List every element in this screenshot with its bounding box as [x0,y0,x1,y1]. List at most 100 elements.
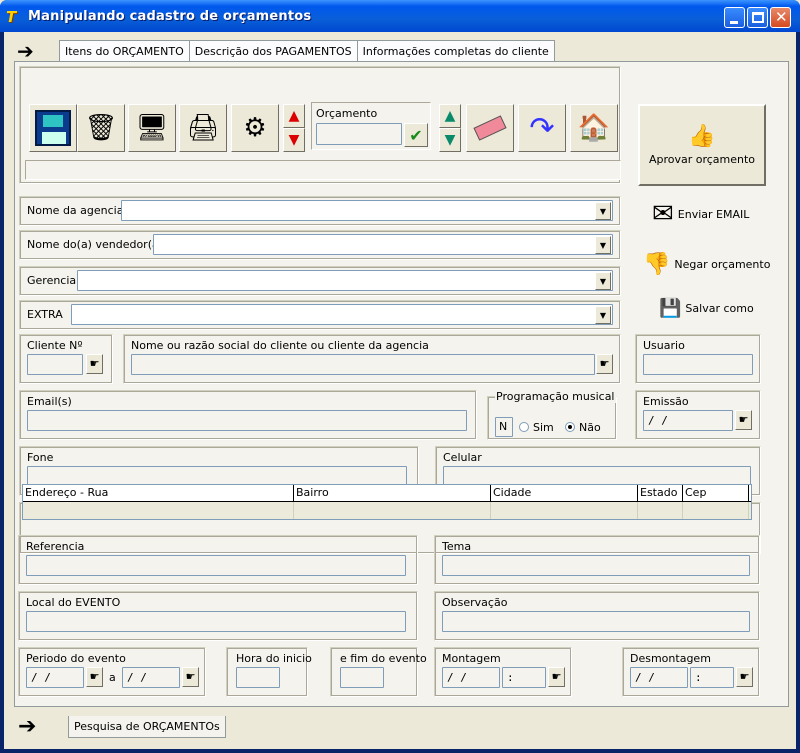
cliente-nome-lookup-button[interactable]: ☛ [596,354,613,374]
desmontagem-time-input[interactable]: : [690,667,734,688]
orcamento-box: Orçamento ✔ [311,102,431,150]
print-settings-button[interactable]: ⚙ [231,104,279,152]
pointing-hand-icon: ☛ [89,670,100,683]
cliente-no-input[interactable] [27,354,83,375]
save-button[interactable] [29,104,77,152]
pointing-hand-icon: ☛ [89,357,100,370]
thumbs-down-icon: 👎 [643,252,671,277]
delete-button[interactable]: 🗑 [77,104,125,152]
extra-combo[interactable]: ▼ [71,304,613,325]
referencia-input[interactable] [26,555,406,576]
nav-down-green-button[interactable]: ▼ [439,128,461,152]
window-client: ➔ Itens do ORÇAMENTO Descrição dos PAGAM… [4,32,796,749]
desmontagem-lookup-button[interactable]: ☛ [736,667,753,687]
gerencia-combo[interactable]: ▼ [77,270,613,291]
trash-icon: 🗑 [84,113,118,143]
nav-up-red-button[interactable]: ▲ [283,104,305,128]
usuario-input[interactable] [643,354,753,375]
column-header[interactable]: Bairro [294,485,491,501]
column-header[interactable]: Endereço - Rua [23,485,294,501]
send-email-button[interactable]: ✉ Enviar EMAIL [652,199,749,229]
usuario-label: Usuario [643,339,685,352]
desmontagem-date-input[interactable]: / / [630,667,688,688]
gerencia-label: Gerencia [27,274,77,287]
column-header[interactable]: Cidade [491,485,638,501]
column-header[interactable]: Estado [638,485,683,501]
tab-itens[interactable]: Itens do ORÇAMENTO [59,40,190,62]
periodo-inicio-input[interactable]: / / [26,667,84,688]
periodo-fim-input[interactable]: / / [122,667,180,688]
emissao-input[interactable]: / / [643,410,733,431]
clear-button[interactable] [466,104,514,152]
fim-evento-label: e fim do evento [340,652,427,665]
tab-pesquisa[interactable]: Pesquisa de ORÇAMENTOs [68,716,226,738]
deny-button[interactable]: 👎 Negar orçamento [643,252,770,277]
arrow-icon: ➔ [18,714,37,739]
referencia-label: Referencia [26,540,85,553]
nav-up-green-button[interactable]: ▲ [439,104,461,128]
radio-sim[interactable]: Sim [519,421,554,434]
envelope-icon: ✉ [652,199,674,229]
confirm-button[interactable]: ✔ [404,123,428,147]
thumbs-up-icon: 👍 [688,124,716,149]
pointing-hand-icon: ☛ [551,670,562,683]
periodo-fim-lookup-button[interactable]: ☛ [182,667,199,687]
save-as-button[interactable]: 💾 Salvar como [659,298,754,319]
minimize-button[interactable] [724,7,745,28]
orcamento-input[interactable] [316,123,402,145]
agencia-combo[interactable]: ▼ [121,200,613,221]
title-bar[interactable]: T Manipulando cadastro de orçamentos ✕ [0,0,800,32]
emissao-lookup-button[interactable]: ☛ [735,410,752,430]
radio-nao[interactable]: Não [565,421,601,434]
hora-inicio-input[interactable] [236,667,280,688]
montagem-time-input[interactable]: : [502,667,546,688]
maximize-button[interactable] [747,7,768,28]
redo-button[interactable]: ↷ [518,104,566,152]
send-email-label: Enviar EMAIL [677,207,750,221]
arrow-icon: ➔ [17,39,34,63]
dropdown-arrow-icon[interactable]: ▼ [595,306,611,324]
periodo-inicio-lookup-button[interactable]: ☛ [86,667,103,687]
vendedor-combo[interactable]: ▼ [153,234,613,255]
observacao-input[interactable] [442,611,750,632]
approve-button[interactable]: 👍 Aprovar orçamento [638,104,766,186]
print-button[interactable]: 🖨 [179,104,227,152]
montagem-label: Montagem [442,652,501,665]
dropdown-arrow-icon[interactable]: ▼ [595,202,611,220]
tema-label: Tema [442,540,472,553]
computer-button[interactable]: 🖥 [128,104,176,152]
tema-input[interactable] [442,555,750,576]
address-grid[interactable]: Endereço - Rua Bairro Cidade Estado Cep [22,484,752,520]
tab-bar: ➔ Itens do ORÇAMENTO Descrição dos PAGAM… [14,38,555,63]
tab-pagamentos[interactable]: Descrição dos PAGAMENTOS [188,40,358,62]
curved-arrow-icon: ↷ [529,110,555,146]
tab-cliente[interactable]: Informações completas do cliente [356,40,555,62]
extra-label: EXTRA [27,308,63,321]
window-title: Manipulando cadastro de orçamentos [28,9,312,24]
nav-down-red-button[interactable]: ▼ [283,128,305,152]
dropdown-arrow-icon[interactable]: ▼ [595,272,611,290]
home-button[interactable]: 🏠 [570,104,618,152]
desmontagem-label: Desmontagem [630,652,711,665]
radio-nao-icon[interactable] [565,422,575,432]
programacao-input[interactable]: N [495,417,513,437]
dropdown-arrow-icon[interactable]: ▼ [595,236,611,254]
computer-icon: 🖥 [135,113,169,143]
status-field [25,160,621,180]
emissao-label: Emissão [643,395,689,408]
pointing-hand-icon: ☛ [599,357,610,370]
montagem-date-input[interactable]: / / [442,667,500,688]
fim-evento-input[interactable] [340,667,384,688]
email-input[interactable] [27,410,467,431]
table-row[interactable] [23,502,751,519]
cliente-lookup-button[interactable]: ☛ [86,354,103,374]
close-button[interactable]: ✕ [770,7,791,28]
cliente-nome-input[interactable] [131,354,595,375]
radio-sim-icon[interactable] [519,422,529,432]
column-header[interactable]: Cep [683,485,749,501]
periodo-label: Periodo do evento [26,652,126,665]
local-label: Local do EVENTO [26,596,121,609]
arrow-down-icon: ▼ [288,132,300,148]
local-input[interactable] [26,611,406,632]
montagem-lookup-button[interactable]: ☛ [548,667,565,687]
